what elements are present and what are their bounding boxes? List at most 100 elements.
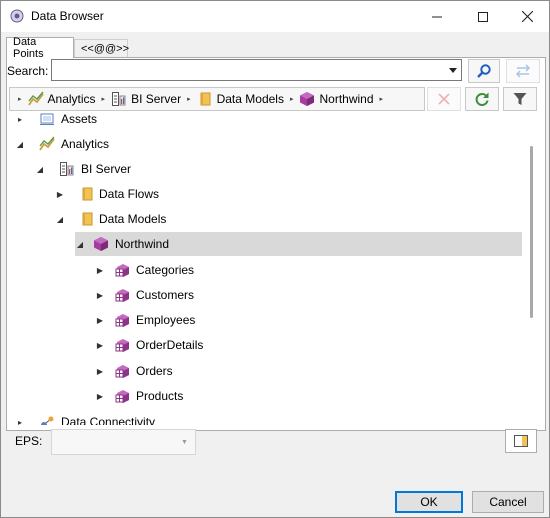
cube-icon: [300, 92, 315, 106]
expand-arrow-icon[interactable]: ▶: [95, 392, 105, 401]
collapse-arrow-icon[interactable]: ◢: [55, 215, 65, 224]
search-dropdown-arrow[interactable]: [445, 60, 461, 80]
breadcrumb-separator[interactable]: ▸: [185, 95, 193, 103]
tree-item-label: OrderDetails: [136, 338, 204, 352]
breadcrumb-item-bi-server[interactable]: BI Server: [111, 91, 181, 107]
minimize-icon: [432, 16, 442, 17]
panel-icon: [514, 435, 528, 447]
data-point-tree: ▸ Assets ◢ Analytics ◢ BI Server ▶ Data …: [9, 113, 527, 425]
chevron-down-icon[interactable]: ▼: [181, 439, 188, 446]
filter-button[interactable]: [503, 87, 537, 111]
clear-x-icon: [438, 93, 450, 105]
collapse-arrow-icon[interactable]: ◢: [75, 240, 85, 249]
tree-item-label: Products: [136, 389, 184, 403]
tree-item-data-models[interactable]: ◢ Data Models: [55, 207, 166, 231]
breadcrumb-label: Northwind: [319, 92, 374, 106]
maximize-button[interactable]: [460, 1, 506, 32]
breadcrumb-label: Data Models: [216, 92, 284, 106]
close-icon: [521, 11, 533, 22]
ok-button[interactable]: OK: [395, 491, 463, 513]
tree-item-data-connectivity[interactable]: ▸ Data Connectivity: [15, 410, 155, 425]
breadcrumb-separator[interactable]: ▸: [288, 95, 296, 103]
breadcrumb-label: BI Server: [131, 92, 182, 106]
table-cube-icon: [115, 390, 129, 403]
breadcrumb-root-chevron[interactable]: ▸: [16, 95, 24, 103]
analytics-icon: [39, 136, 55, 151]
table-cube-icon: [115, 365, 129, 378]
expand-arrow-icon[interactable]: ▶: [55, 190, 65, 199]
cancel-button[interactable]: Cancel: [472, 491, 544, 513]
tab-expressions[interactable]: <<@@>>: [74, 39, 129, 57]
chevron-down-icon: [449, 67, 457, 73]
expand-arrow-icon[interactable]: ▶: [95, 316, 105, 325]
close-button[interactable]: [504, 1, 550, 32]
table-cube-icon: [115, 314, 129, 327]
tree-item-table[interactable]: ▶ Customers: [95, 283, 194, 307]
title-bar: Data Browser: [1, 1, 549, 32]
folder-icon: [82, 212, 93, 226]
assets-icon: [40, 113, 54, 125]
search-label: Search:: [7, 64, 49, 78]
breadcrumb-label: Analytics: [47, 92, 96, 106]
tree-item-label: Data Connectivity: [61, 415, 156, 425]
tree-item-northwind[interactable]: ◢ Northwind: [75, 232, 522, 256]
tree-item-data-flows[interactable]: ▶ Data Flows: [55, 182, 159, 206]
tree-item-table[interactable]: ▶ Orders: [95, 359, 173, 383]
tree-item-label: Data Flows: [99, 187, 160, 201]
breadcrumb-separator[interactable]: ▸: [378, 95, 386, 103]
breadcrumb-separator[interactable]: ▸: [100, 95, 108, 103]
expand-arrow-icon[interactable]: ▶: [95, 266, 105, 275]
tree-item-label: Categories: [136, 263, 195, 277]
server-icon: [112, 92, 126, 106]
collapse-arrow-icon[interactable]: ◢: [35, 165, 45, 174]
eps-select[interactable]: [51, 429, 196, 455]
refresh-icon: [475, 92, 489, 106]
search-button[interactable]: [468, 59, 500, 83]
filter-icon: [513, 93, 527, 105]
tree-item-assets[interactable]: ▸ Assets: [15, 113, 97, 131]
tree-item-analytics[interactable]: ◢ Analytics: [15, 132, 109, 156]
clear-button[interactable]: [427, 87, 461, 111]
expand-arrow-icon[interactable]: ▶: [95, 367, 105, 376]
folder-icon: [200, 92, 211, 106]
tree-item-label: Customers: [136, 288, 195, 302]
expand-arrow-icon[interactable]: ▸: [15, 418, 25, 426]
eps-label: EPS:: [15, 434, 43, 448]
table-cube-icon: [115, 339, 129, 352]
connectivity-icon: [41, 416, 54, 425]
tree-item-label: Orders: [136, 364, 173, 378]
tree-item-bi-server[interactable]: ◢ BI Server: [35, 157, 131, 181]
search-icon: [477, 64, 491, 78]
maximize-icon: [478, 11, 488, 22]
tree-item-table[interactable]: ▶ OrderDetails: [95, 333, 203, 357]
tree-item-label: Assets: [61, 113, 98, 126]
search-input[interactable]: [51, 59, 462, 81]
expand-arrow-icon[interactable]: ▶: [95, 291, 105, 300]
tree-item-label: Northwind: [115, 237, 170, 251]
eps-browse-button[interactable]: [505, 429, 537, 453]
swap-button[interactable]: [506, 59, 540, 83]
tree-item-label: Data Models: [99, 212, 167, 226]
tab-data-points[interactable]: Data Points: [6, 36, 74, 60]
breadcrumb-item-analytics[interactable]: Analytics: [27, 91, 96, 107]
breadcrumb-item-northwind[interactable]: Northwind: [299, 91, 374, 107]
tree-item-table[interactable]: ▶ Employees: [95, 308, 195, 332]
scrollbar-thumb[interactable]: [530, 146, 533, 318]
tree-item-label: Employees: [136, 313, 196, 327]
minimize-button[interactable]: [414, 1, 460, 32]
collapse-arrow-icon[interactable]: ◢: [15, 140, 25, 149]
expand-arrow-icon[interactable]: ▸: [15, 115, 25, 124]
swap-arrows-icon: [515, 64, 531, 78]
tree-item-label: BI Server: [81, 162, 132, 176]
expand-arrow-icon[interactable]: ▶: [95, 341, 105, 350]
tree-item-table[interactable]: ▶ Categories: [95, 258, 194, 282]
window-title: Data Browser: [31, 9, 104, 23]
tree-item-table[interactable]: ▶ Products: [95, 384, 183, 408]
server-icon: [60, 162, 74, 176]
table-cube-icon: [115, 264, 129, 277]
cube-icon: [94, 237, 108, 251]
breadcrumb-item-data-models[interactable]: Data Models: [197, 91, 284, 107]
breadcrumb: ▸ Analytics ▸ BI Server ▸ Data Models ▸ …: [9, 87, 425, 111]
table-cube-icon: [115, 289, 129, 302]
refresh-button[interactable]: [465, 87, 499, 111]
